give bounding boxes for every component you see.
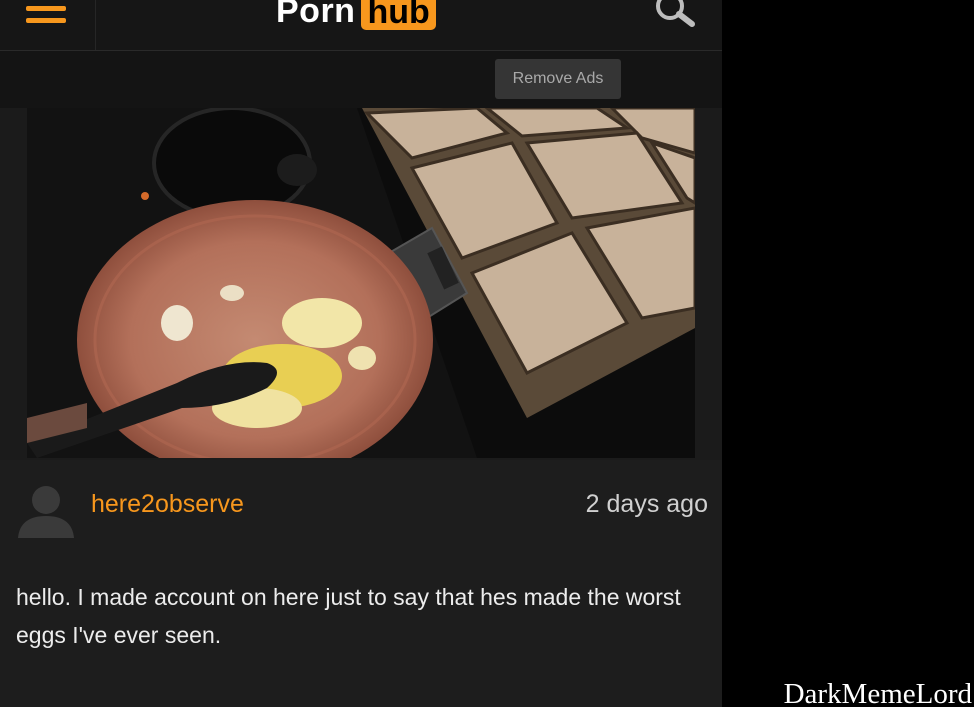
comment-timestamp: 2 days ago: [585, 490, 708, 518]
avatar[interactable]: [16, 482, 76, 538]
logo-text-white: Porn: [276, 0, 356, 30]
search-button[interactable]: [652, 0, 698, 30]
watermark: DarkMemeLord: [783, 678, 972, 707]
comment-body: hello. I made account on here just to sa…: [16, 584, 681, 648]
video-player[interactable]: [27, 108, 695, 458]
site-header: Porn hub: [0, 0, 722, 51]
page: Porn hub Remove Ads here2observe 2 days …: [0, 0, 974, 707]
search-icon: [656, 0, 695, 27]
site-logo[interactable]: Porn hub: [276, 0, 436, 36]
comment-card: here2observe 2 days ago hello. I made ac…: [0, 460, 722, 707]
logo-text-orange: hub: [361, 0, 436, 31]
menu-bar: [26, 6, 66, 11]
default-avatar-icon: [16, 482, 76, 538]
hamburger-menu-button[interactable]: [23, 0, 71, 30]
comment-username-link[interactable]: here2observe: [91, 490, 244, 519]
video-frame-image: [27, 108, 695, 458]
menu-bar: [26, 18, 66, 23]
header-divider: [95, 0, 96, 50]
remove-ads-button[interactable]: Remove Ads: [495, 59, 621, 99]
ad-bar: Remove Ads: [0, 51, 722, 108]
phone-screenshot: Porn hub Remove Ads here2observe 2 days …: [0, 0, 722, 707]
